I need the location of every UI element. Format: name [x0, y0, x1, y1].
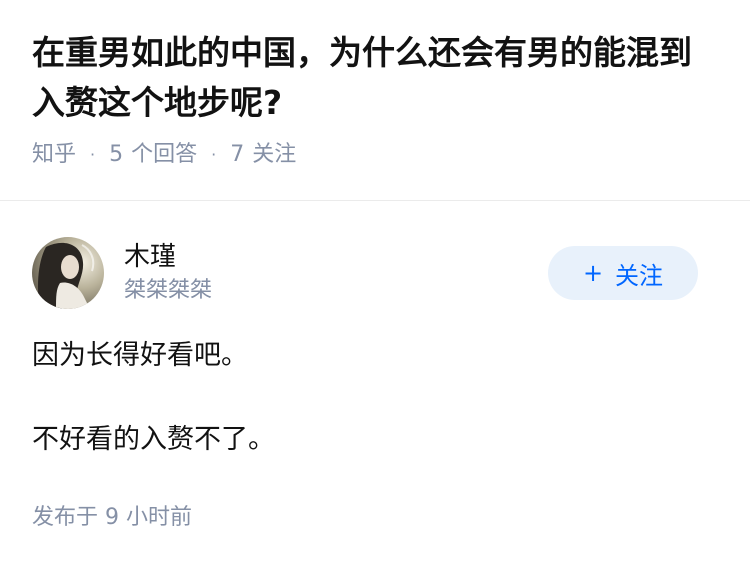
answer-card: 木瑾 桀桀桀桀 + 关注 因为长得好看吧。 不好看的入赘不了。 发布于 9 小时… — [0, 237, 750, 533]
question-meta: 知乎 · 5 个回答 · 7 关注 — [32, 140, 718, 170]
answer-count[interactable]: 5 — [109, 140, 123, 170]
answer-content: 因为长得好看吧。 不好看的入赘不了。 — [32, 335, 718, 461]
question-title[interactable]: 在重男如此的中国，为什么还会有男的能混到入赘这个地步呢? — [32, 28, 722, 128]
published-time: 发布于 9 小时前 — [32, 503, 718, 533]
published-time-value: 9 小时前 — [105, 505, 193, 530]
plus-icon: + — [582, 259, 604, 287]
author-row: 木瑾 桀桀桀桀 + 关注 — [32, 237, 718, 309]
author-name[interactable]: 木瑾 — [124, 240, 548, 274]
separator-dot: · — [90, 145, 96, 164]
separator-dot: · — [211, 145, 217, 164]
section-divider — [0, 200, 750, 201]
published-prefix: 发布于 — [32, 505, 99, 530]
follower-count[interactable]: 7 — [230, 140, 244, 170]
answer-count-label[interactable]: 个回答 — [131, 140, 197, 170]
follower-count-label[interactable]: 关注 — [252, 140, 296, 170]
question-header: 在重男如此的中国，为什么还会有男的能混到入赘这个地步呢? 知乎 · 5 个回答 … — [0, 0, 750, 172]
answer-paragraph: 不好看的入赘不了。 — [32, 424, 275, 455]
answer-paragraph: 因为长得好看吧。 — [32, 340, 248, 371]
follow-button-label: 关注 — [615, 261, 664, 290]
avatar-image-icon — [32, 237, 104, 309]
source-label[interactable]: 知乎 — [32, 140, 76, 170]
author-bio: 桀桀桀桀 — [124, 278, 213, 303]
author-info: 木瑾 桀桀桀桀 — [124, 240, 548, 306]
avatar[interactable] — [32, 237, 104, 309]
follow-button[interactable]: + 关注 — [548, 246, 698, 300]
